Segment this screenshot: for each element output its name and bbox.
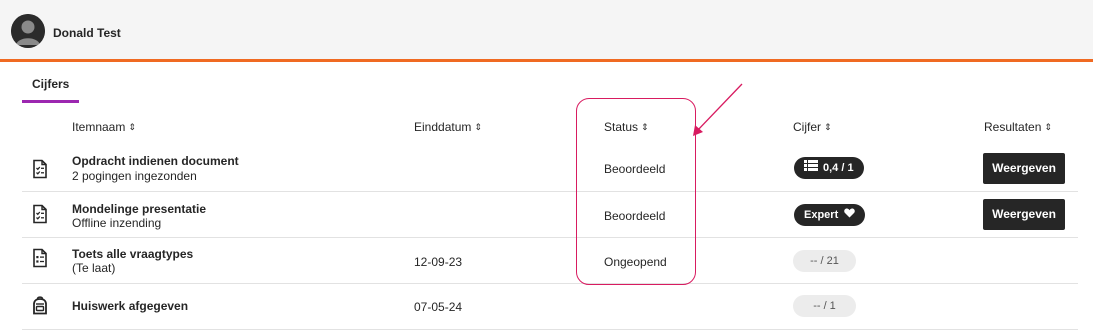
column-label: Einddatum [414, 120, 472, 134]
item-title[interactable]: Opdracht indienen document [72, 154, 239, 168]
grade-pill[interactable]: 0,4 / 1 [794, 157, 864, 179]
grade-pill: -- / 21 [793, 250, 856, 272]
avatar[interactable] [11, 14, 45, 48]
column-header-status[interactable]: Status ⇕ [604, 120, 649, 134]
user-name[interactable]: Donald Test [53, 26, 121, 40]
backpack-icon [30, 295, 50, 315]
column-header-einddatum[interactable]: Einddatum ⇕ [414, 120, 482, 134]
grade-pill[interactable]: Expert [794, 204, 866, 226]
status-text: Ongeopend [604, 255, 667, 269]
column-label: Status [604, 120, 639, 134]
tab-cijfers[interactable]: Cijfers [22, 77, 80, 103]
grade-pill: -- / 1 [793, 295, 856, 317]
due-date: 12-09-23 [414, 255, 463, 269]
table-row: Huiswerk afgegeven 07-05-24 -- / 1 [22, 284, 1078, 330]
grade-value: Expert [804, 209, 839, 221]
status-text: Beoordeeld [604, 162, 666, 176]
column-label: Cijfer [793, 120, 822, 134]
tab-bar: Cijfers [0, 65, 1093, 103]
sort-icon: ⇕ [641, 122, 649, 132]
view-results-button[interactable]: Weergeven [983, 153, 1065, 184]
table-row: Toets alle vraagtypes (Te laat) 12-09-23… [22, 238, 1078, 284]
test-icon [30, 248, 50, 268]
item-subtitle: Offline inzending [72, 216, 162, 230]
table-row: Opdracht indienen document 2 pogingen in… [22, 145, 1078, 192]
heart-icon [844, 204, 856, 226]
assignment-icon [30, 159, 50, 179]
column-label: Resultaten [984, 120, 1042, 134]
column-header-itemnaam[interactable]: Itemnaam ⇕ [72, 120, 136, 134]
due-date: 07-05-24 [414, 300, 463, 314]
item-title[interactable]: Mondelinge presentatie [72, 202, 206, 216]
grade-value: 0,4 / 1 [823, 162, 854, 174]
status-text: Beoordeeld [604, 209, 666, 223]
top-header: Donald Test [0, 0, 1093, 62]
sort-icon: ⇕ [1044, 122, 1052, 132]
column-header-resultaten[interactable]: Resultaten ⇕ [984, 120, 1052, 134]
item-title[interactable]: Toets alle vraagtypes [72, 247, 193, 261]
column-label: Itemnaam [72, 120, 126, 134]
item-subtitle: 2 pogingen ingezonden [72, 169, 197, 183]
user-silhouette-icon [11, 14, 45, 48]
sort-icon: ⇕ [824, 122, 832, 132]
column-header-cijfer[interactable]: Cijfer ⇕ [793, 120, 832, 134]
sort-icon: ⇕ [128, 122, 136, 132]
rubric-grid-icon [804, 157, 818, 179]
table-row: Mondelinge presentatie Offline inzending… [22, 192, 1078, 238]
item-title[interactable]: Huiswerk afgegeven [72, 299, 188, 313]
item-subtitle: (Te laat) [72, 261, 116, 275]
view-results-button[interactable]: Weergeven [983, 199, 1065, 230]
sort-icon: ⇕ [474, 122, 482, 132]
assignment-icon [30, 204, 50, 224]
